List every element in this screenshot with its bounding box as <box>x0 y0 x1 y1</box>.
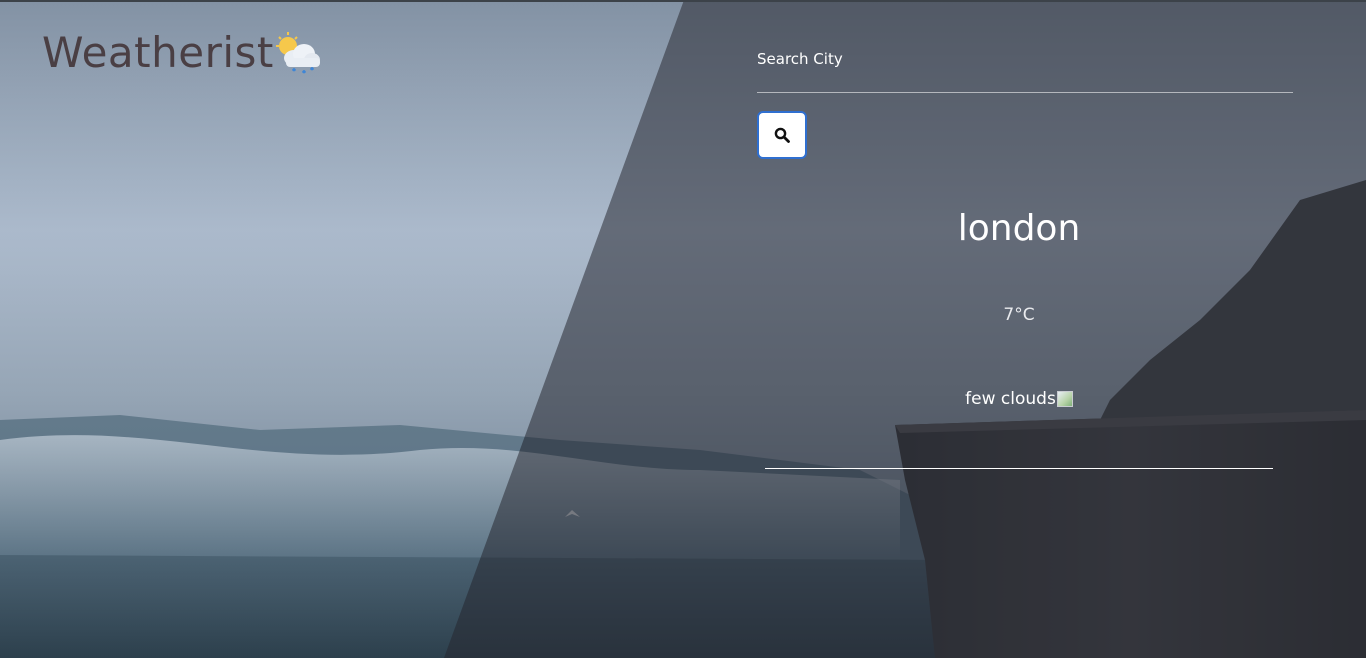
sun-behind-rain-cloud-icon <box>275 32 320 74</box>
app-logo: Weatherist <box>42 24 324 80</box>
weather-page: Weatherist Search City london 7°C few cl… <box>0 0 1366 658</box>
app-title: Weatherist <box>42 27 274 77</box>
divider <box>765 468 1273 469</box>
temperature: 7°C <box>1003 305 1035 325</box>
search-button[interactable] <box>757 111 807 159</box>
search-input[interactable] <box>757 70 1293 93</box>
weather-condition: few clouds <box>765 389 1273 409</box>
search-icon <box>774 127 790 143</box>
top-border <box>0 0 1366 2</box>
condition-text: few clouds <box>965 389 1056 409</box>
broken-image-icon <box>1056 391 1073 407</box>
search-label: Search City <box>757 50 843 68</box>
city-name: london <box>957 208 1081 249</box>
